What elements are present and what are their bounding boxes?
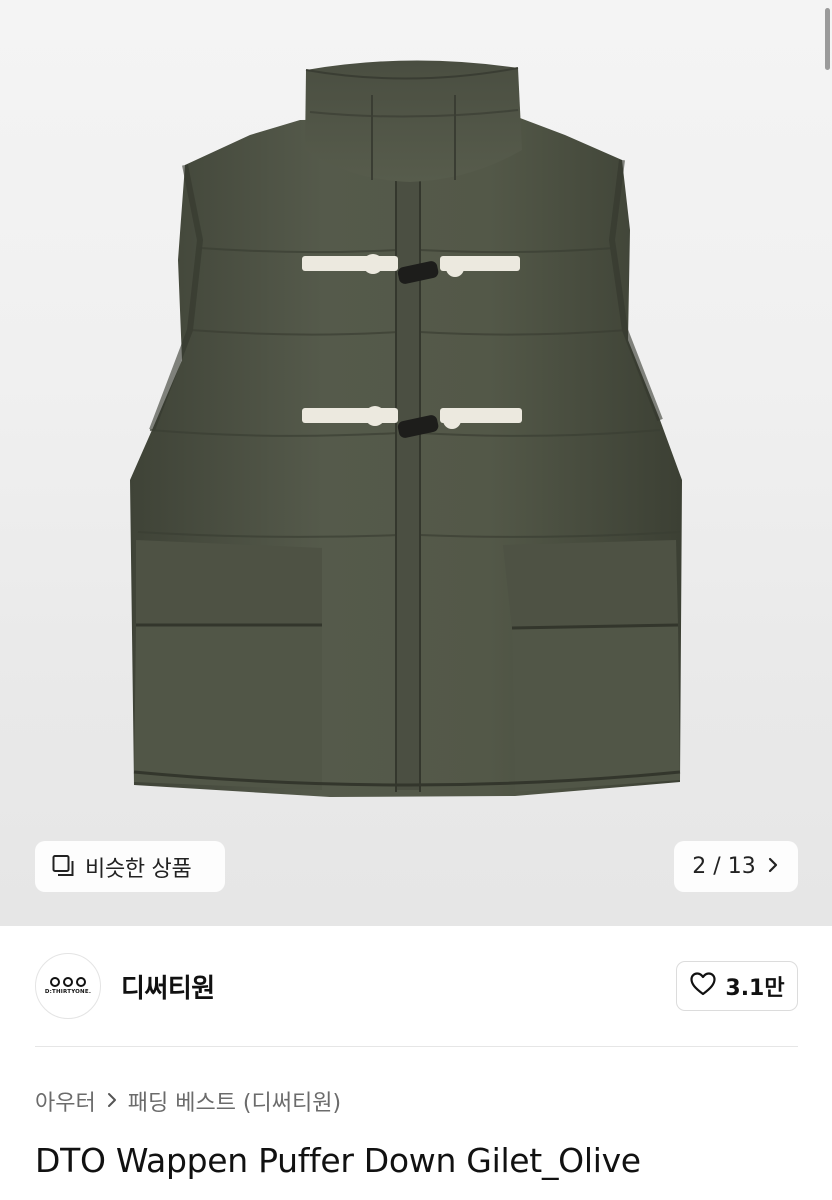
section-divider (35, 1046, 798, 1047)
product-title: DTO Wappen Puffer Down Gilet_Olive (35, 1141, 641, 1180)
breadcrumb-category[interactable]: 아우터 (35, 1085, 96, 1117)
like-button[interactable]: 3.1만 (676, 961, 798, 1011)
product-image-gallery[interactable]: 비슷한 상품 2 / 13 (0, 0, 832, 926)
heart-icon (689, 971, 717, 1001)
store-logo-mark (50, 977, 86, 987)
gallery-scroll-thumb[interactable] (825, 8, 830, 70)
chevron-right-icon (106, 1089, 118, 1114)
image-counter: 2 / 13 (692, 854, 756, 879)
store-row: D:THIRTYONE. 디써티원 3.1만 (35, 952, 798, 1020)
image-counter-button[interactable]: 2 / 13 (674, 841, 798, 892)
breadcrumb: 아우터 패딩 베스트 (디써티원) (35, 1084, 341, 1118)
similar-products-label: 비슷한 상품 (85, 856, 192, 882)
breadcrumb-subcategory[interactable]: 패딩 베스트 (디써티원) (128, 1085, 341, 1117)
similar-products-button[interactable]: 비슷한 상품 (35, 841, 225, 892)
chevron-right-icon (766, 857, 780, 877)
store-logo[interactable]: D:THIRTYONE. (35, 953, 101, 1019)
store-name[interactable]: 디써티원 (121, 968, 215, 1005)
product-image[interactable] (0, 0, 832, 926)
store-logo-text: D:THIRTYONE. (44, 989, 92, 995)
stacked-squares-icon (51, 853, 75, 881)
like-count: 3.1만 (725, 976, 785, 1001)
